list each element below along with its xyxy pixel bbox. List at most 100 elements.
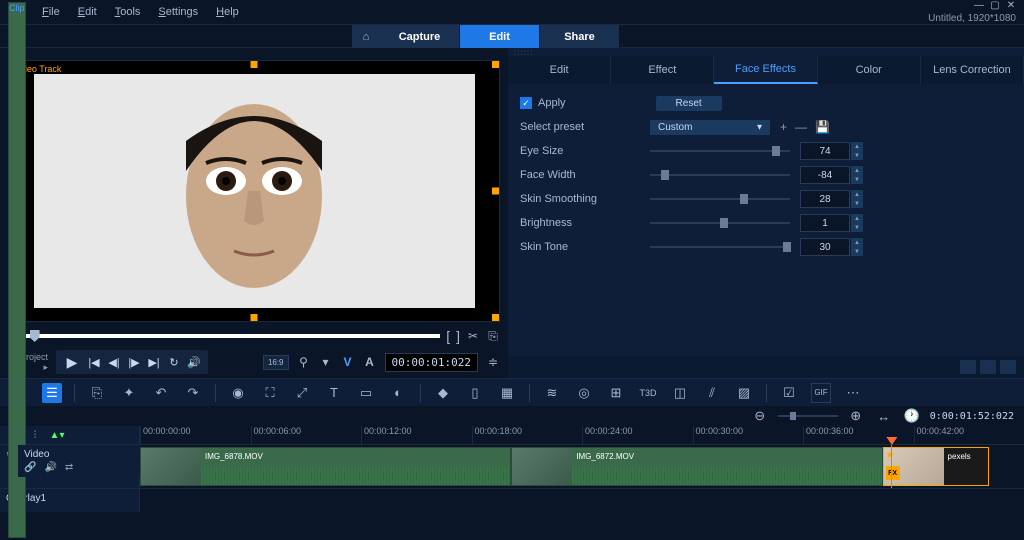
undo-button[interactable]: ↶ [151, 383, 171, 403]
redo-button[interactable]: ↷ [183, 383, 203, 403]
marker-button[interactable]: ◆ [433, 383, 453, 403]
color-wheel-button[interactable]: ◐ [388, 383, 408, 403]
lock-icon[interactable]: ⇄ [65, 462, 73, 473]
drag-handle[interactable]: :::::: [508, 48, 1024, 56]
subtitle-button[interactable]: ▭ [356, 383, 376, 403]
tab-edit[interactable]: Edit [508, 56, 611, 84]
tc-spinner-icon[interactable]: ≑ [486, 355, 500, 369]
snapshot-icon[interactable]: ⎘ [486, 329, 500, 343]
resize-handle[interactable] [251, 61, 258, 68]
split-clip-icon[interactable]: ✂ [466, 329, 480, 343]
resize-handle[interactable] [492, 188, 499, 195]
resize-button[interactable]: ⤢ [292, 383, 312, 403]
minimize-button[interactable]: — [974, 1, 984, 11]
reset-button[interactable]: Reset [656, 96, 722, 111]
export-button[interactable]: ☑ [779, 383, 799, 403]
save-preset-button[interactable]: 💾 [815, 120, 830, 134]
scrub-bar[interactable] [8, 334, 440, 338]
apply-checkbox[interactable]: ✓ [520, 97, 532, 109]
track-keyframe-button[interactable]: ▲▾ [50, 428, 64, 442]
preview-zoom-drop[interactable]: ▾ [319, 355, 333, 369]
3d-text-button[interactable]: T3D [638, 383, 658, 403]
a-toggle[interactable]: A [363, 355, 377, 369]
text-button[interactable]: T [324, 383, 344, 403]
skin-smoothing-slider[interactable] [650, 198, 790, 200]
layout-btn-1[interactable] [960, 360, 976, 374]
remove-preset-button[interactable]: — [795, 120, 807, 134]
grid-button[interactable]: ▦ [497, 383, 517, 403]
resize-handle[interactable] [492, 314, 499, 321]
track-options-button[interactable]: ⫶ [28, 428, 42, 442]
menu-help[interactable]: HelpHelp [216, 6, 239, 18]
record-button[interactable]: ◉ [228, 383, 248, 403]
gif-button[interactable]: GIF [811, 383, 831, 403]
home-button[interactable]: ⌂ [352, 25, 380, 49]
eye-size-slider[interactable] [650, 150, 790, 152]
aspect-ratio-badge[interactable]: 16:9 [263, 355, 289, 370]
timecode-display[interactable]: 00:00:01:022 [385, 353, 478, 372]
zoom-out-button[interactable]: ⊖ [750, 406, 770, 426]
drag-handle[interactable]: :::::: [8, 52, 500, 60]
link-icon[interactable]: 🔗 [24, 462, 36, 473]
mask-button[interactable]: ◫ [670, 383, 690, 403]
prev-frame-button[interactable]: ◀| [106, 354, 122, 370]
zoom-slider[interactable] [778, 415, 838, 417]
playback-mode-toggle[interactable]: Project Clip▸ [8, 352, 48, 373]
overlay-track-lane[interactable] [140, 489, 1024, 512]
tool-fx-button[interactable]: ✦ [119, 383, 139, 403]
add-preset-button[interactable]: + [780, 120, 787, 134]
tab-face-effects[interactable]: Face Effects [714, 56, 817, 84]
face-width-slider[interactable] [650, 174, 790, 176]
transition-button[interactable]: ⫽ [702, 383, 722, 403]
brightness-spinner[interactable]: ▲▼ [851, 214, 863, 232]
menu-edit[interactable]: EditEdit [78, 6, 97, 18]
mark-in-button[interactable]: [ [446, 328, 450, 344]
more-tools-button[interactable]: ⋯ [843, 383, 863, 403]
skin-tone-slider[interactable] [650, 246, 790, 248]
multicam-button[interactable]: ⊞ [606, 383, 626, 403]
resize-handle[interactable] [251, 314, 258, 321]
mute-icon[interactable]: 🔊 [44, 462, 56, 473]
video-track-lane[interactable]: IMG_6878.MOV IMG_6872.MOV ★ FX pexels [140, 445, 1024, 488]
clip-3[interactable]: ★ FX pexels [883, 447, 989, 486]
tracking-button[interactable]: ◎ [574, 383, 594, 403]
play-button[interactable]: ▶ [62, 352, 82, 372]
scrub-marker[interactable] [30, 330, 40, 342]
go-start-button[interactable]: |◀ [86, 354, 102, 370]
v-toggle[interactable]: V [341, 355, 355, 369]
mark-out-button[interactable]: ] [456, 328, 460, 344]
menu-tools[interactable]: ToolsTools [115, 6, 141, 18]
skin-tone-spinner[interactable]: ▲▼ [851, 238, 863, 256]
mode-edit[interactable]: Edit [460, 25, 540, 49]
close-button[interactable]: ✕ [1006, 1, 1016, 11]
resize-handle[interactable] [492, 61, 499, 68]
go-end-button[interactable]: ▶| [146, 354, 162, 370]
layout-btn-3[interactable] [1000, 360, 1016, 374]
menu-settings[interactable]: SettingsSettings [158, 6, 198, 18]
layout-btn-2[interactable] [980, 360, 996, 374]
timeline-view-button[interactable]: ☰ [42, 383, 62, 403]
playhead[interactable] [891, 445, 892, 488]
maximize-button[interactable]: ▢ [990, 1, 1000, 11]
chapter-button[interactable]: ▯ [465, 383, 485, 403]
preset-select[interactable]: Custom▾ [650, 120, 770, 135]
crop-button[interactable]: ⛶ [260, 383, 280, 403]
preview-canvas[interactable]: Video Track [8, 60, 500, 322]
skin-smoothing-spinner[interactable]: ▲▼ [851, 190, 863, 208]
face-width-value[interactable]: -84 [800, 166, 850, 184]
eye-size-value[interactable]: 74 [800, 142, 850, 160]
stabilize-button[interactable]: ▨ [734, 383, 754, 403]
eye-size-spinner[interactable]: ▲▼ [851, 142, 863, 160]
motion-button[interactable]: ≋ [542, 383, 562, 403]
brightness-slider[interactable] [650, 222, 790, 224]
zoom-in-button[interactable]: ⊕ [846, 406, 866, 426]
mode-share[interactable]: Share [540, 25, 620, 49]
skin-tone-value[interactable]: 30 [800, 238, 850, 256]
tab-effect[interactable]: Effect [611, 56, 714, 84]
brightness-value[interactable]: 1 [800, 214, 850, 232]
preview-zoom-icon[interactable]: ⚲ [297, 355, 311, 369]
volume-button[interactable]: 🔊 [186, 354, 202, 370]
fit-timeline-button[interactable]: ↔ [874, 406, 894, 426]
menu-file[interactable]: FFileile [42, 6, 60, 18]
clip-2[interactable]: IMG_6872.MOV [511, 447, 882, 486]
